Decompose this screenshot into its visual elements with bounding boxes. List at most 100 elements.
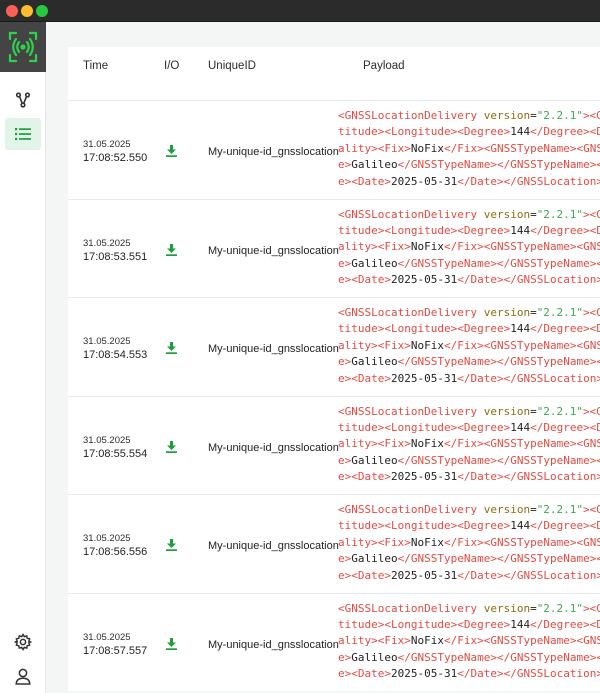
payload-token: </ (397, 355, 411, 369)
payload-token: Fix (384, 437, 405, 451)
payload-token: Degree (463, 223, 504, 237)
payload-token: GNSSLocation (516, 470, 597, 484)
payload-token: ality (338, 634, 372, 648)
nav-list[interactable] (5, 118, 41, 150)
payload-token: GNSS (596, 503, 600, 516)
payload-line: e>Galileo</GNSSTypeName></GNSSTypeName><… (338, 650, 600, 666)
minimize-window-button[interactable] (21, 5, 33, 17)
payload-token: Di (596, 125, 600, 138)
table-row[interactable]: 31.05.2025 17:08:54.553 My-unique-id_gnssl… (68, 297, 600, 396)
payload-token: </ (444, 634, 458, 648)
payload-token: Longitude (391, 519, 451, 533)
payload-token: Longitude (391, 322, 451, 336)
payload-token: ality (338, 240, 372, 254)
download-icon[interactable] (165, 440, 178, 454)
close-window-button[interactable] (6, 5, 18, 17)
row-unique-id: My-unique-id_gnsslocation (208, 540, 339, 552)
payload-token: GNSSTypeName (490, 338, 570, 352)
payload-token: > (404, 240, 411, 254)
payload-line: <GNSSLocationDelivery version="2.2.1"><G… (338, 305, 600, 321)
payload-line: <GNSSLocationDelivery version="2.2.1"><G… (338, 601, 600, 617)
payload-token: > (477, 240, 484, 254)
main-content: Time I/O UniqueID Payload 31.05.2025 17:0… (46, 22, 600, 693)
payload-token: > (583, 519, 590, 533)
payload-token: GNSSLocationDelivery (344, 207, 478, 221)
table-row[interactable]: 31.05.2025 17:08:55.554 My-unique-id_gnssl… (68, 395, 600, 495)
payload-token: </ (503, 470, 517, 484)
payload-token: Date (357, 568, 385, 582)
payload-token: > (477, 338, 484, 352)
row-unique-id: My-unique-id_gnsslocation (208, 638, 339, 651)
payload-token: </ (444, 141, 458, 155)
row-payload: <GNSSLocationDelivery version="2.2.1"><G… (338, 108, 600, 190)
payload-token: Fix (384, 535, 405, 549)
maximize-window-button[interactable] (36, 5, 48, 17)
download-icon[interactable] (165, 637, 178, 651)
payload-token: e (338, 552, 345, 566)
payload-token: </ (457, 568, 471, 582)
payload-token: < (338, 207, 345, 221)
nav-settings[interactable] (5, 626, 41, 658)
payload-line: e><Date>2025-05-31</Date></GNSSLocation>… (338, 469, 600, 485)
download-icon[interactable] (165, 538, 178, 552)
download-icon[interactable] (165, 243, 178, 257)
payload-token: e (338, 273, 345, 287)
graph-icon (15, 92, 31, 108)
header-time: Time (83, 60, 109, 72)
payload-token: > (583, 207, 590, 221)
payload-token: NoFix (410, 141, 444, 155)
payload-token: > (477, 437, 484, 451)
payload-token: 144 (510, 223, 531, 237)
payload-token: </ (496, 355, 511, 369)
row-payload: <GNSSLocationDelivery version="2.2.1"><G… (338, 305, 600, 387)
payload-token: > (583, 109, 590, 122)
payload-token: < (457, 519, 464, 533)
payload-token: </ (496, 650, 511, 664)
payload-token: < (351, 273, 358, 287)
payload-token: > (496, 470, 504, 484)
payload-token: GNSSTypeName (490, 437, 570, 451)
payload-token: < (384, 322, 391, 336)
payload-token: e (338, 158, 345, 172)
payload-token: > (596, 273, 600, 286)
row-date: 31.05.2025 (83, 336, 131, 347)
payload-token: GNSSLocationDelivery (344, 601, 478, 615)
table-row[interactable]: 31.05.2025 17:08:52.550 My-unique-id_gnssl… (68, 100, 600, 199)
payload-token: Date (470, 568, 497, 582)
payload-token (477, 602, 484, 615)
payload-token: Galileo (351, 650, 398, 664)
payload-token: </ (444, 437, 458, 451)
payload-token: GNSSTypeName (410, 158, 491, 172)
payload-token: Fix (384, 634, 405, 648)
payload-token: > (371, 437, 378, 451)
table-row[interactable]: 31.05.2025 17:08:53.551 My-unique-id_gnssl… (68, 198, 600, 298)
payload-token: < (596, 355, 600, 368)
payload-token: < (457, 322, 464, 336)
payload-token (477, 208, 484, 221)
payload-token: 144 (510, 420, 531, 434)
payload-token: > (371, 338, 378, 352)
payload-token: > (384, 667, 391, 681)
app-logo[interactable] (0, 22, 46, 72)
table-row[interactable]: 31.05.2025 17:08:56.556 My-unique-id_gnssl… (68, 494, 600, 593)
payload-token: NoFix (410, 338, 444, 352)
table-row[interactable]: 31.05.2025 17:08:57.557 My-unique-id_gnssl… (68, 592, 600, 692)
payload-token: < (338, 109, 345, 122)
payload-line: titude><Longitude><Degree>144</Degree><D… (338, 420, 600, 436)
payload-token: Date (470, 174, 497, 188)
payload-token: < (351, 667, 358, 681)
payload-token: > (583, 617, 590, 631)
nav-graph[interactable] (5, 84, 41, 116)
download-icon[interactable] (165, 144, 178, 158)
payload-token: > (384, 174, 391, 188)
payload-token: Degree (463, 125, 504, 139)
download-icon[interactable] (165, 341, 178, 355)
payload-token: Longitude (391, 420, 451, 434)
payload-token: NoFix (410, 437, 444, 451)
payload-token: > (490, 650, 497, 664)
payload-token: = (530, 306, 537, 319)
nav-user[interactable] (5, 660, 41, 692)
payload-token: Degree (543, 322, 584, 336)
payload-line: ality><Fix>NoFix</Fix><GNSSTypeName><GNS… (338, 633, 600, 649)
payload-token: > (384, 273, 391, 287)
